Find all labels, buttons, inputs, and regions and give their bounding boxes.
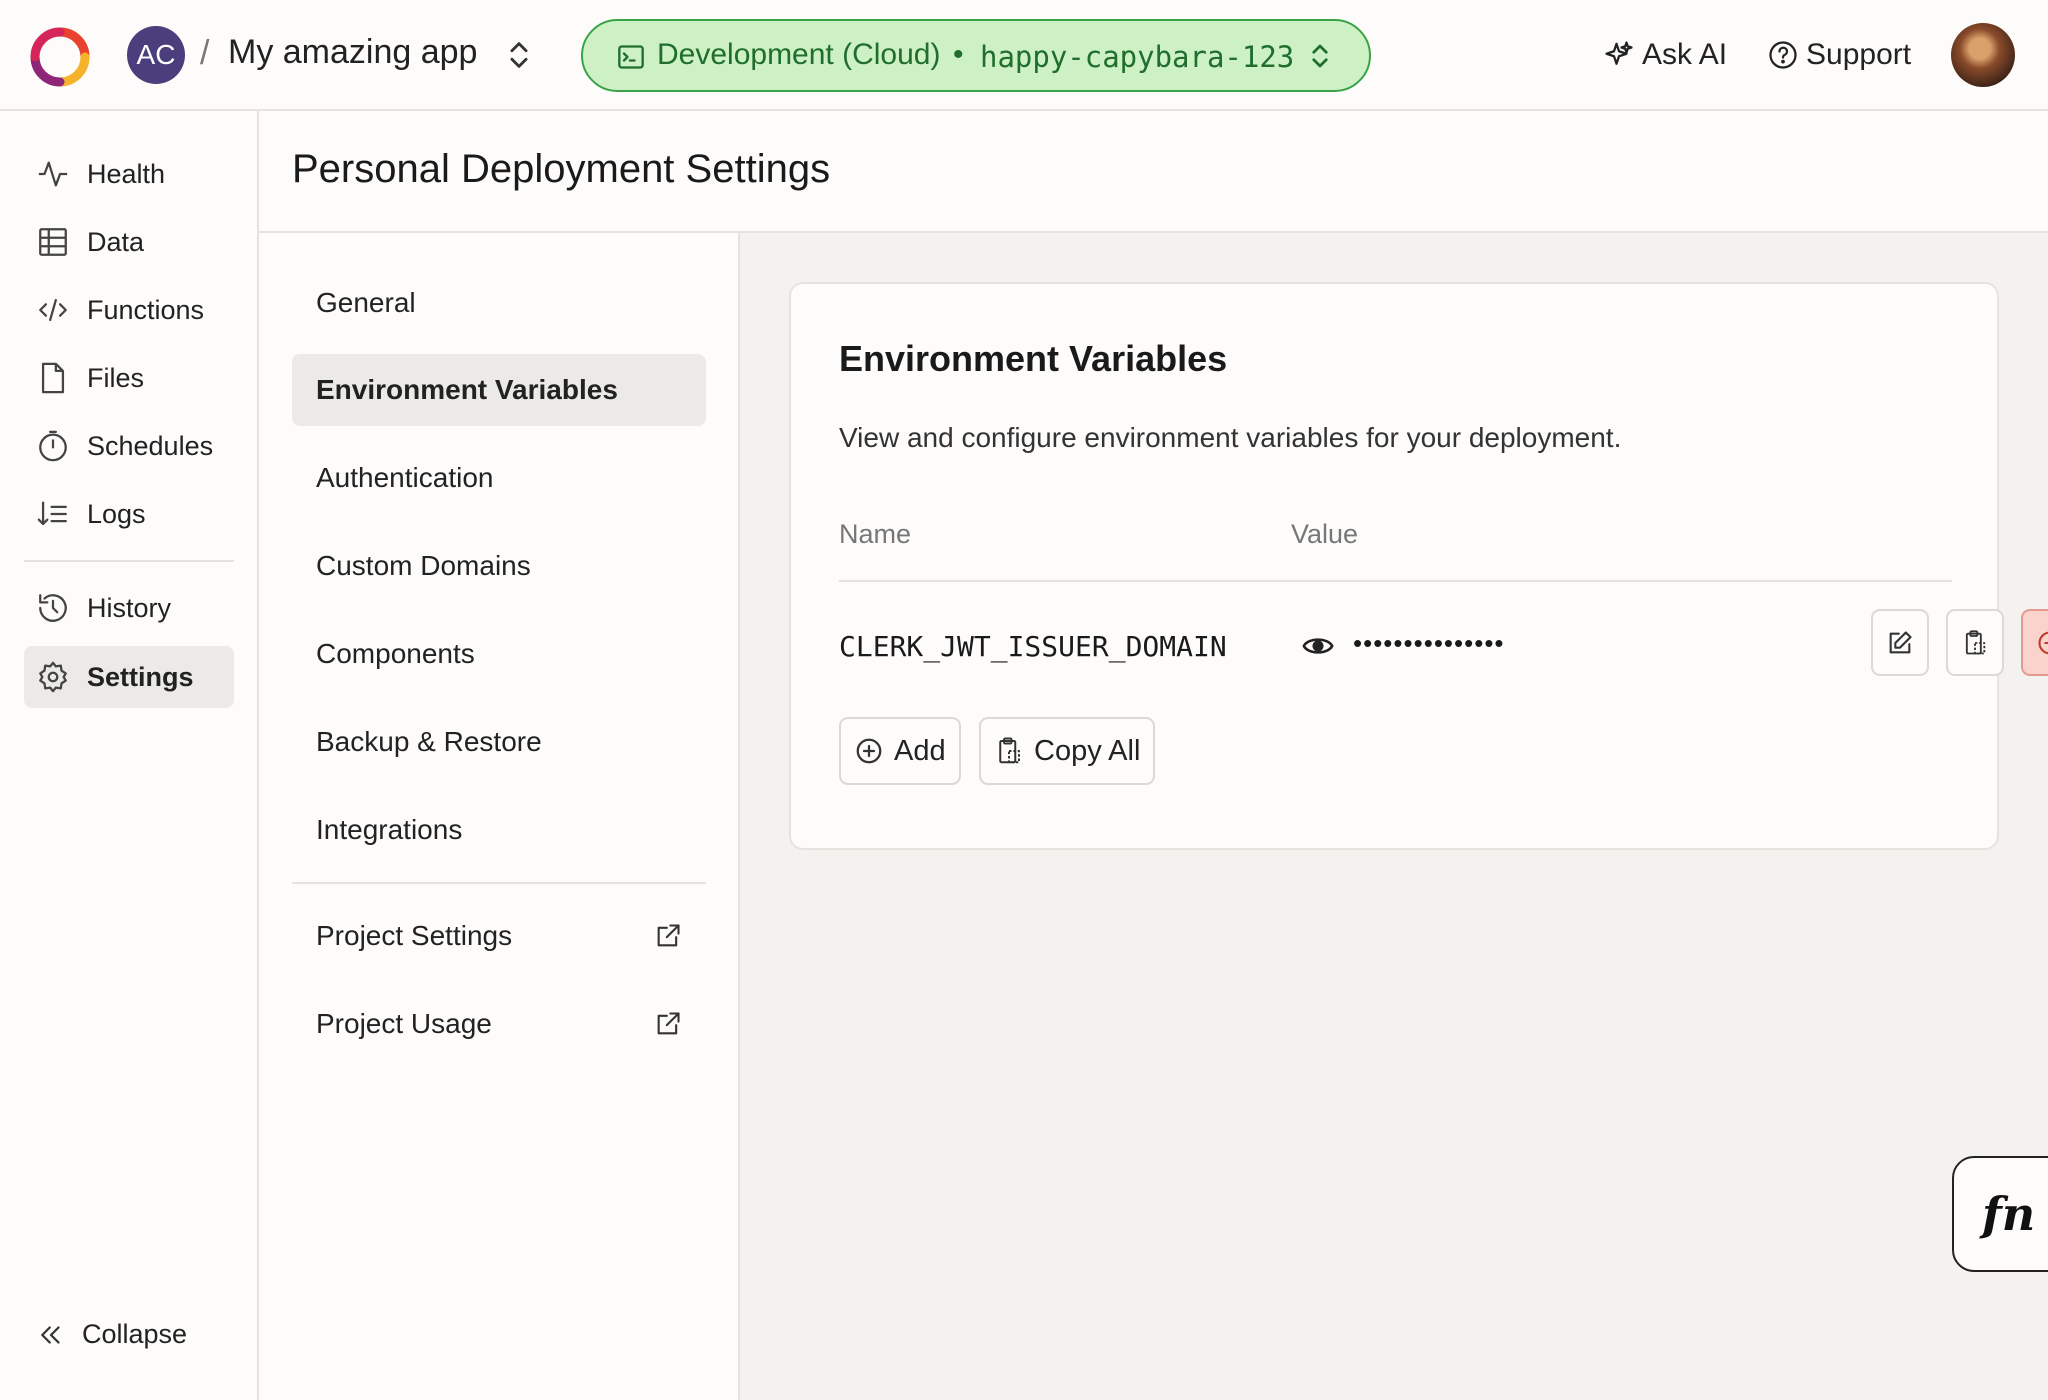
ask-ai-label: Ask AI (1642, 38, 1728, 71)
chevrons-left-icon (41, 1325, 60, 1344)
clipboard-copy-icon (999, 737, 1020, 764)
subnav-item-general[interactable]: General (292, 267, 706, 339)
sidebar-item-settings[interactable]: Settings (24, 646, 234, 708)
minus-circle-icon (2038, 631, 2048, 654)
environment-variables-card: Environment Variables View and configure… (789, 282, 2048, 850)
breadcrumb-separator: / (200, 34, 210, 72)
team-avatar[interactable]: AC (127, 26, 185, 84)
gear-icon (39, 661, 67, 693)
subnav-item-custom-domains[interactable]: Custom Domains (292, 530, 706, 602)
sidebar-item-label: Files (87, 362, 145, 393)
table-icon (39, 228, 67, 256)
env-var-name: CLERK_JWT_ISSUER_DOMAIN (839, 630, 1227, 663)
subnav-item-label: Environment Variables (316, 374, 618, 405)
sidebar-item-label: Settings (87, 661, 194, 692)
activity-icon (38, 161, 68, 187)
subnav-item-label: Custom Domains (316, 550, 531, 581)
deployment-separator-dot: • (953, 38, 964, 71)
plus-circle-icon (856, 738, 882, 764)
subnav-item-label: Integrations (316, 814, 463, 845)
logs-icon (37, 501, 67, 526)
collapse-label: Collapse (82, 1319, 188, 1349)
support-button[interactable]: Support (1768, 33, 1911, 77)
function-runner-label: fn (1982, 1187, 2036, 1241)
subnav-item-label: Backup & Restore (316, 726, 542, 757)
column-header-name: Name (839, 519, 912, 549)
ask-ai-button[interactable]: Ask AI (1604, 33, 1727, 77)
edit-button[interactable] (1871, 609, 1929, 676)
subnav-item-backup-restore[interactable]: Backup & Restore (292, 706, 706, 778)
env-var-value: ••••••••••••••• (1353, 628, 1505, 658)
terminal-icon (618, 45, 644, 69)
help-circle-icon (1769, 41, 1797, 69)
edit-icon (1889, 630, 1912, 653)
chevron-up-down-icon (1312, 44, 1328, 68)
sidebar-item-label: Functions (87, 294, 205, 325)
subnav-divider (292, 882, 706, 884)
sidebar-item-label: Health (87, 158, 166, 189)
user-avatar[interactable] (1951, 23, 2015, 87)
subnav-item-label: Authentication (316, 462, 494, 493)
deployment-environment: Development (Cloud) (657, 38, 941, 71)
page-header: Personal Deployment Settings (259, 111, 2048, 233)
deployment-slug: happy-capybara-123 (980, 40, 1295, 74)
copy-all-button-label: Copy All (1034, 734, 1141, 767)
subnav-item-label: Project Usage (316, 1008, 492, 1039)
app-logo-icon[interactable] (30, 27, 90, 87)
add-button[interactable]: Add (839, 717, 961, 785)
clipboard-copy-icon (1965, 629, 1986, 654)
card-title: Environment Variables (839, 338, 1228, 379)
subnav-item-project-settings[interactable]: Project Settings (292, 900, 706, 972)
file-icon (41, 362, 65, 394)
sidebar-item-logs[interactable]: Logs (24, 483, 234, 545)
column-header-value: Value (1291, 519, 1359, 549)
copy-button[interactable] (1946, 609, 2004, 676)
support-label: Support (1806, 38, 1912, 71)
external-link-icon (657, 1012, 680, 1035)
subnav-item-project-usage[interactable]: Project Usage (292, 988, 706, 1060)
chevron-up-down-icon[interactable] (502, 38, 536, 72)
subnav-item-label: Components (316, 638, 475, 669)
project-name[interactable]: My amazing app (228, 33, 477, 72)
sidebar-item-label: Schedules (87, 430, 214, 461)
history-icon (39, 594, 67, 622)
sidebar-item-label: Logs (87, 498, 146, 529)
copy-all-button[interactable]: Copy All (979, 717, 1156, 785)
top-bar: AC / My amazing app Development (Cloud) … (0, 0, 2048, 111)
table-header-divider (839, 580, 1952, 582)
sidebar-item-health[interactable]: Health (24, 143, 234, 205)
remove-button[interactable] (2021, 609, 2048, 676)
collapse-button[interactable]: Collapse (36, 1319, 187, 1350)
sparkles-icon (1605, 41, 1633, 65)
sidebar-item-functions[interactable]: Functions (24, 279, 234, 341)
sidebar-divider (24, 560, 234, 562)
subnav-item-label: General (316, 287, 416, 318)
content-area: Environment Variables View and configure… (740, 233, 2048, 1400)
sidebar-item-data[interactable]: Data (24, 211, 234, 273)
subnav-item-authentication[interactable]: Authentication (292, 442, 706, 514)
card-description: View and configure environment variables… (839, 422, 1622, 453)
sidebar-item-files[interactable]: Files (24, 347, 234, 409)
sidebar-item-schedules[interactable]: Schedules (24, 415, 234, 477)
page-title: Personal Deployment Settings (292, 147, 831, 191)
external-link-icon (657, 924, 680, 947)
add-button-label: Add (894, 734, 946, 767)
subnav-item-components[interactable]: Components (292, 618, 706, 690)
stopwatch-icon (39, 430, 67, 462)
sidebar-item-history[interactable]: History (24, 577, 234, 639)
sidebar-item-label: Data (87, 226, 145, 257)
subnav-item-integrations[interactable]: Integrations (292, 794, 706, 866)
deployment-selector[interactable]: Development (Cloud) • happy-capybara-123 (581, 19, 1371, 92)
subnav-item-environment-variables[interactable]: Environment Variables (292, 354, 706, 426)
function-runner-toggle[interactable]: fn (1952, 1156, 2048, 1272)
subnav-item-label: Project Settings (316, 920, 513, 951)
code-icon (39, 298, 67, 322)
sidebar-item-label: History (87, 592, 172, 623)
settings-subnav: General Environment Variables Authentica… (259, 233, 740, 1400)
eye-icon[interactable] (1301, 629, 1335, 663)
sidebar: Health Data Functions Files Schedules Lo… (0, 111, 259, 1400)
